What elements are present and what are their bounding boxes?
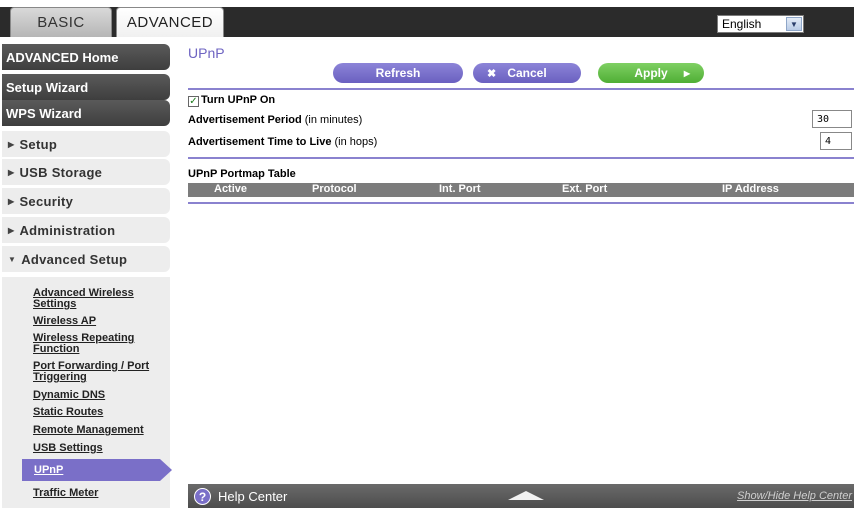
refresh-button[interactable]: Refresh (333, 63, 463, 83)
adv-period-row: Advertisement Period (in minutes) (188, 114, 362, 126)
sidebar-item-label: Setup (19, 136, 58, 152)
apply-button[interactable]: Apply ▶ (598, 63, 704, 83)
tab-basic[interactable]: BASIC (10, 7, 112, 37)
sidebar-item-wps-wizard[interactable]: WPS Wizard (2, 100, 170, 126)
submenu-wireless-ap[interactable]: Wireless AP (33, 316, 158, 327)
turn-upnp-on-checkbox[interactable]: ✓ (188, 96, 199, 107)
sidebar-item-setup[interactable]: ▶ Setup (2, 131, 170, 157)
chevron-down-icon[interactable]: ▼ (786, 17, 802, 31)
cancel-button-label: Cancel (507, 66, 547, 80)
divider (188, 88, 854, 90)
divider (188, 202, 854, 204)
expand-up-icon[interactable] (508, 491, 544, 500)
column-protocol: Protocol (312, 183, 357, 195)
cancel-button[interactable]: ✖ Cancel (473, 63, 581, 83)
column-int-port: Int. Port (439, 183, 481, 195)
collapse-arrow-icon: ▼ (8, 254, 17, 264)
portmap-table-header: Active Protocol Int. Port Ext. Port IP A… (188, 183, 854, 197)
submenu-upnp-label: UPnP (34, 464, 64, 476)
sidebar-item-administration[interactable]: ▶ Administration (2, 217, 170, 243)
show-hide-help-link[interactable]: Show/Hide Help Center (737, 490, 852, 502)
sidebar-item-label: Security (19, 193, 74, 209)
main-content: UPnP Refresh ✖ Cancel Apply ▶ ✓ Turn UPnP… (188, 37, 854, 508)
tab-advanced[interactable]: ADVANCED (116, 7, 224, 37)
submenu-dynamic-dns[interactable]: Dynamic DNS (33, 390, 158, 401)
sidebar-item-label: USB Storage (19, 164, 103, 180)
apply-button-label: Apply (634, 66, 668, 80)
help-center-bar: ? Help Center Show/Hide Help Center (188, 484, 854, 508)
expand-arrow-icon: ▶ (8, 196, 15, 206)
sidebar-item-advanced-home[interactable]: ADVANCED Home (2, 44, 170, 70)
adv-period-unit: (in minutes) (304, 114, 363, 126)
adv-ttl-unit: (in hops) (334, 136, 378, 148)
play-arrow-icon: ▶ (683, 68, 690, 78)
sidebar-item-label: Administration (19, 222, 116, 238)
column-ip-address: IP Address (722, 183, 779, 195)
sidebar: ADVANCED Home Setup Wizard WPS Wizard ▶ … (0, 37, 180, 508)
turn-upnp-on-label: Turn UPnP On (201, 94, 276, 106)
submenu-wireless-repeating-function[interactable]: Wireless Repeating Function (33, 333, 158, 355)
refresh-button-label: Refresh (375, 66, 421, 80)
close-icon: ✖ (487, 67, 497, 80)
portmap-table-title: UPnP Portmap Table (188, 168, 296, 180)
submenu-port-forwarding[interactable]: Port Forwarding / Port Triggering (33, 361, 158, 383)
adv-ttl-input[interactable]: 4 (820, 132, 852, 150)
submenu-upnp-active[interactable]: UPnP (22, 459, 172, 481)
top-bar: BASIC ADVANCED English ▼ (0, 0, 854, 37)
turn-upnp-on-row: ✓ Turn UPnP On (188, 94, 275, 107)
divider (188, 157, 854, 159)
language-selected: English (722, 17, 762, 31)
language-select[interactable]: English ▼ (717, 15, 804, 33)
sidebar-item-advanced-setup[interactable]: ▼ Advanced Setup (2, 246, 170, 272)
submenu-remote-management[interactable]: Remote Management (33, 425, 158, 436)
adv-ttl-label: Advertisement Time to Live (188, 136, 332, 148)
adv-period-input[interactable]: 30 (812, 110, 852, 128)
sidebar-item-security[interactable]: ▶ Security (2, 188, 170, 214)
expand-arrow-icon: ▶ (8, 225, 15, 235)
help-icon[interactable]: ? (194, 488, 211, 505)
sidebar-item-usb-storage[interactable]: ▶ USB Storage (2, 159, 170, 185)
submenu-usb-settings[interactable]: USB Settings (33, 443, 158, 454)
adv-ttl-row: Advertisement Time to Live (in hops) (188, 136, 377, 148)
submenu-static-routes[interactable]: Static Routes (33, 407, 158, 418)
submenu-advanced-wireless-settings[interactable]: Advanced Wireless Settings (33, 288, 158, 310)
column-ext-port: Ext. Port (562, 183, 608, 195)
sidebar-item-setup-wizard[interactable]: Setup Wizard (2, 74, 170, 100)
adv-period-label: Advertisement Period (188, 114, 302, 126)
expand-arrow-icon: ▶ (8, 139, 15, 149)
column-active: Active (214, 183, 248, 195)
sidebar-item-label: Advanced Setup (21, 251, 128, 267)
submenu-traffic-meter[interactable]: Traffic Meter (33, 488, 158, 499)
expand-arrow-icon: ▶ (8, 167, 15, 177)
help-center-title: Help Center (218, 489, 288, 504)
page-title: UPnP (188, 45, 225, 61)
